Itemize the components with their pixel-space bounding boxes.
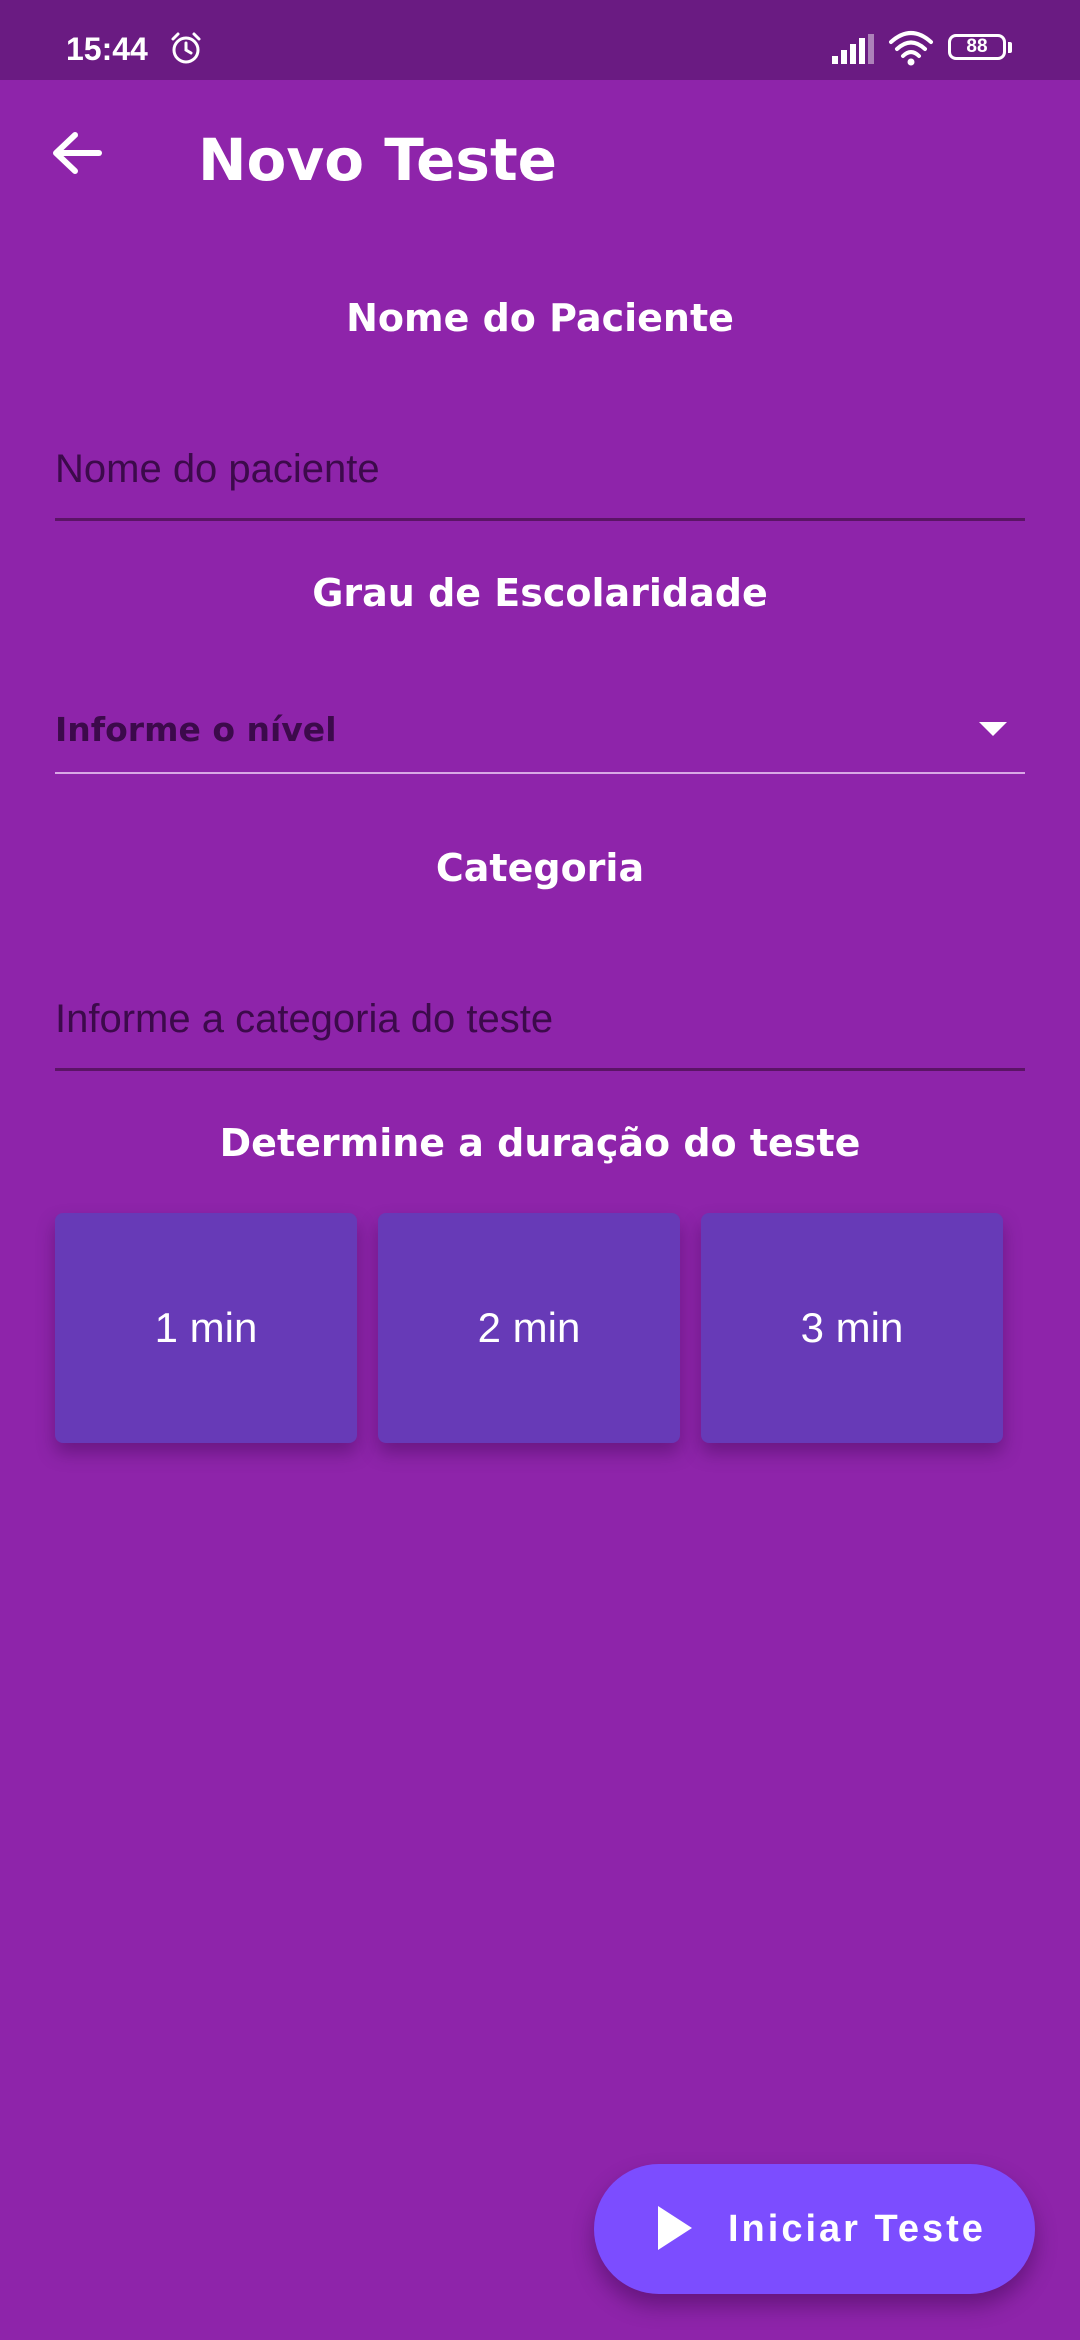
category-label: Categoria: [435, 846, 645, 890]
arrow-left-icon: [51, 130, 103, 180]
education-label: Grau de Escolaridade: [312, 571, 768, 615]
patient-name-input[interactable]: [55, 420, 1025, 521]
battery-icon: 88: [948, 34, 1012, 62]
duration-label: Determine a duração do teste: [219, 1121, 861, 1165]
play-icon: [658, 2206, 692, 2250]
status-bar: 15:44 88: [0, 0, 1080, 80]
duration-option-2-min[interactable]: 2 min: [378, 1213, 680, 1443]
duration-option-label: 1 min: [154, 1304, 258, 1351]
status-time: 15:44: [66, 31, 148, 67]
education-selected-value: Informe o nível: [55, 710, 337, 749]
duration-option-1-min[interactable]: 1 min: [55, 1213, 357, 1443]
dropdown-arrow-icon: [979, 722, 1007, 736]
category-input[interactable]: [55, 970, 1025, 1071]
education-dropdown[interactable]: Informe o nível: [55, 700, 1025, 774]
patient-name-label: Nome do Paciente: [346, 296, 734, 340]
alarm-icon: [168, 30, 204, 70]
wifi-icon: [888, 30, 934, 70]
duration-option-label: 3 min: [800, 1304, 904, 1351]
signal-icon: [832, 34, 874, 68]
start-test-label: Iniciar Teste: [728, 2208, 986, 2250]
back-button[interactable]: [44, 122, 110, 188]
duration-option-3-min[interactable]: 3 min: [701, 1213, 1003, 1443]
duration-option-label: 2 min: [477, 1304, 581, 1351]
battery-level: 88: [966, 36, 988, 57]
start-test-button[interactable]: Iniciar Teste: [594, 2164, 1035, 2294]
page-title: Novo Teste: [198, 126, 558, 194]
